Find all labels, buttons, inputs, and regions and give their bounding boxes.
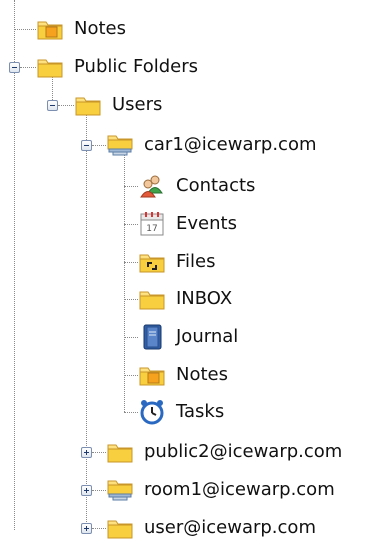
folder-icon [106, 515, 134, 541]
tree-connector [124, 224, 138, 225]
tree-item-label: Notes [74, 18, 126, 39]
tree-item-contacts[interactable]: Contacts [138, 171, 255, 201]
tree-item-label: car1@icewarp.com [144, 134, 317, 155]
folder-icon [138, 286, 166, 312]
contacts-icon [138, 173, 166, 199]
tree-connector [124, 186, 138, 187]
tree-item-label: user@icewarp.com [144, 517, 316, 538]
tree-connector [124, 152, 125, 412]
files-folder-icon [138, 249, 166, 275]
collapse-public-folders-toggle[interactable] [9, 62, 20, 73]
tree-connector [58, 105, 74, 106]
shared-folder-icon [106, 132, 134, 158]
tree-item-tasks[interactable]: Tasks [138, 397, 224, 427]
tree-connector [20, 67, 36, 68]
tree-item-files[interactable]: Files [138, 247, 216, 277]
notes-folder-icon [36, 16, 64, 42]
alarm-clock-icon [138, 399, 166, 425]
folder-icon [36, 54, 64, 80]
tree-item-label: Users [112, 94, 163, 115]
journal-icon [138, 324, 166, 350]
tree-item-account-room1[interactable]: room1@icewarp.com [106, 475, 335, 505]
tree-item-notes[interactable]: Notes [36, 14, 126, 44]
tree-item-label: Journal [176, 326, 239, 347]
tree-item-account-user[interactable]: user@icewarp.com [106, 513, 316, 543]
tree-item-label: Events [176, 213, 237, 234]
notes-folder-icon [138, 362, 166, 388]
tree-connector [92, 452, 106, 453]
expand-user-toggle[interactable] [81, 523, 92, 534]
tree-connector [124, 299, 138, 300]
tree-item-notes-sub[interactable]: Notes [138, 360, 228, 390]
tree-item-label: Notes [176, 364, 228, 385]
tree-connector [92, 490, 106, 491]
calendar-icon [138, 211, 166, 237]
tree-item-events[interactable]: Events [138, 209, 237, 239]
tree-connector [124, 412, 138, 413]
tree-item-label: Contacts [176, 175, 256, 196]
folder-icon [106, 439, 134, 465]
tree-connector [124, 337, 138, 338]
tree-item-public-folders[interactable]: Public Folders [36, 52, 198, 82]
tree-connector [14, 0, 15, 530]
expand-public2-toggle[interactable] [81, 447, 92, 458]
tree-item-users[interactable]: Users [74, 90, 162, 120]
tree-connector [92, 145, 106, 146]
tree-item-label: public2@icewarp.com [144, 441, 343, 462]
folder-icon [74, 92, 102, 118]
folder-tree: Notes Public Folders Users car1@icewarp.… [0, 0, 375, 544]
tree-item-label: Tasks [176, 401, 225, 422]
tree-connector [86, 110, 87, 524]
tree-item-account-public2[interactable]: public2@icewarp.com [106, 437, 342, 467]
tree-item-journal[interactable]: Journal [138, 322, 238, 352]
tree-item-account-car1[interactable]: car1@icewarp.com [106, 130, 317, 160]
tree-item-label: Public Folders [74, 56, 198, 77]
expand-room1-toggle[interactable] [81, 485, 92, 496]
tree-item-label: INBOX [176, 288, 233, 309]
shared-folder-icon [106, 477, 134, 503]
collapse-car1-toggle[interactable] [81, 140, 92, 151]
tree-item-label: Files [176, 251, 216, 272]
tree-connector [124, 262, 138, 263]
tree-connector [124, 375, 138, 376]
tree-connector [14, 29, 36, 30]
tree-item-label: room1@icewarp.com [144, 479, 335, 500]
collapse-users-toggle[interactable] [47, 100, 58, 111]
tree-connector [92, 528, 106, 529]
tree-item-inbox[interactable]: INBOX [138, 284, 232, 314]
